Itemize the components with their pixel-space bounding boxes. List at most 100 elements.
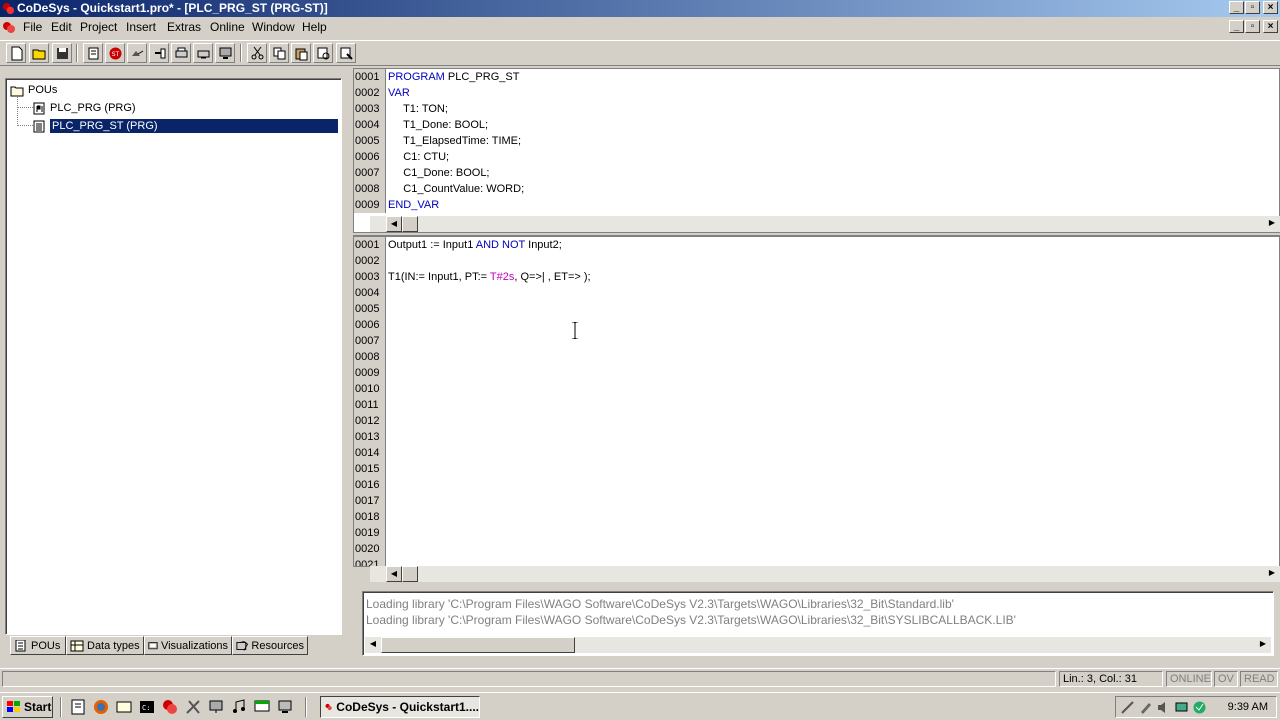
menu-insert[interactable]: Insert [126,20,156,34]
menu-project[interactable]: Project [80,20,117,34]
mdi-close-button[interactable]: × [1263,20,1278,33]
tab-data-types[interactable]: Data types [66,636,144,655]
print-preview-icon [197,50,209,58]
code-line[interactable]: C1_Done: BOOL; [388,165,489,181]
replace-button[interactable] [336,43,356,63]
line-number: 0001 [354,237,386,253]
line-number: 0008 [354,181,386,197]
find-button[interactable] [313,43,333,63]
menu-online[interactable]: Online [210,20,245,34]
quicklaunch-tool-icon[interactable] [185,699,201,715]
scroll-thumb[interactable] [402,216,418,232]
code-line[interactable]: T1: TON; [388,101,448,117]
scroll-right-button[interactable]: ▶ [1264,566,1280,582]
scroll-thumb[interactable] [402,566,418,582]
windows-logo-icon [7,701,20,712]
code-line[interactable]: PROGRAM PLC_PRG_ST [388,69,519,85]
scroll-thumb[interactable] [381,637,575,653]
menu-help[interactable]: Help [302,20,327,34]
paste-button[interactable] [291,43,311,63]
tray-volume-icon[interactable] [1156,700,1171,715]
codesys-app-icon [325,703,332,711]
body-hscrollbar[interactable]: ◀ ▶ [370,566,1280,582]
tree-item-plc-prg-st[interactable]: PLC_PRG_ST (PRG) [32,118,338,134]
panel-splitter[interactable] [345,68,351,666]
quicklaunch-codesys-icon[interactable] [162,699,178,715]
line-number: 0015 [354,461,386,477]
run-button[interactable] [171,43,191,63]
tree-item-plc-prg[interactable]: PLC_PRG (PRG) [32,100,139,116]
find-icon [317,47,329,59]
declaration-hscrollbar[interactable]: ◀ ▶ [370,216,1280,232]
tray-security-icon[interactable] [1192,700,1207,715]
code-line[interactable]: C1: CTU; [388,149,449,165]
code-line[interactable]: C1_CountValue: WORD; [388,181,524,197]
message-hscrollbar[interactable]: ◀ ▶ [365,637,1271,653]
quicklaunch-firefox-icon[interactable] [93,699,109,715]
body-editor[interactable]: 0001 Output1 := Input1 AND NOT Input2; 000… [353,236,1280,567]
message-window[interactable]: Loading library 'C:\Program Files\WAGO S… [362,591,1274,656]
logout-button[interactable] [149,43,169,63]
line-number: 0020 [354,541,386,557]
login-button[interactable] [127,43,147,63]
scroll-right-button[interactable]: ▶ [1264,216,1280,232]
quicklaunch-explorer-icon[interactable] [116,699,132,715]
tab-resources[interactable]: Resources [232,636,308,655]
tray-pen-icon[interactable] [1138,700,1153,715]
quicklaunch-monitor-icon[interactable] [277,699,293,715]
code-line[interactable]: VAR [388,85,410,101]
quicklaunch-cmd-icon[interactable]: C: [139,699,155,715]
object-organizer[interactable]: POUs PLC_PRG (PRG) PLC_PRG_ST (PRG) [5,78,342,635]
code-line[interactable]: T1_Done: BOOL; [388,117,488,133]
start-button[interactable]: Start [2,696,53,718]
resources-tab-icon [236,640,249,651]
document-menu-icon[interactable] [2,20,16,34]
tab-pous[interactable]: POUs [10,636,66,655]
code-line[interactable]: Output1 := Input1 AND NOT Input2; [388,237,562,253]
stop-icon: ST [109,47,121,59]
quicklaunch-window-icon[interactable] [254,699,270,715]
tray-network-icon[interactable] [1174,700,1189,715]
tree-root-label: POUs [28,84,58,96]
rebuild-button[interactable] [83,43,103,63]
code-line[interactable]: T1_ElapsedTime: TIME; [388,133,521,149]
title-bar: CoDeSys - Quickstart1.pro* - [PLC_PRG_ST… [0,0,1280,17]
menu-edit[interactable]: Edit [51,20,72,34]
stop-button[interactable]: ST [105,43,125,63]
mdi-restore-button[interactable]: ▫ [1245,20,1260,33]
scroll-left-button[interactable]: ◀ [386,216,402,232]
cut-button[interactable] [247,43,267,63]
line-number: 0013 [354,429,386,445]
scroll-left-button[interactable]: ◀ [365,637,381,653]
menu-window[interactable]: Window [252,20,295,34]
taskbar-item-codesys[interactable]: CoDeSys - Quickstart1.... [320,696,480,718]
visualization-tab-icon [148,641,158,649]
tray-tool-icon[interactable] [1120,700,1135,715]
quicklaunch-network-icon[interactable] [208,699,224,715]
open-file-button[interactable] [29,43,49,63]
printer-icon [175,47,187,57]
line-number: 0006 [354,149,386,165]
scroll-left-button[interactable]: ◀ [386,566,402,582]
scroll-right-button[interactable]: ▶ [1255,637,1271,653]
code-line[interactable]: END_VAR [388,197,439,213]
menu-extras[interactable]: Extras [167,20,201,34]
system-tray: 9:39 AM [1115,696,1277,718]
structured-text-pou-icon [33,120,45,132]
line-number: 0017 [354,493,386,509]
quicklaunch-music-icon[interactable] [231,699,247,715]
close-button[interactable]: × [1263,1,1278,14]
declaration-editor[interactable]: 0001 PROGRAM PLC_PRG_ST 0002 VAR 0003 T1: TO… [353,68,1280,233]
minimize-button[interactable]: _ [1229,1,1244,14]
new-file-button[interactable] [6,43,26,63]
save-button[interactable] [52,43,72,63]
step-button[interactable] [193,43,213,63]
print-button[interactable] [215,43,235,63]
code-line[interactable]: T1(IN:= Input1, PT:= T#2s, Q=>| , ET=> )… [388,269,591,285]
menu-file[interactable]: File [23,20,42,34]
tab-visualizations[interactable]: Visualizations [144,636,232,655]
copy-button[interactable] [269,43,289,63]
restore-button[interactable]: ▫ [1245,1,1260,14]
mdi-minimize-button[interactable]: _ [1229,20,1244,33]
quicklaunch-document-icon[interactable] [70,699,86,715]
